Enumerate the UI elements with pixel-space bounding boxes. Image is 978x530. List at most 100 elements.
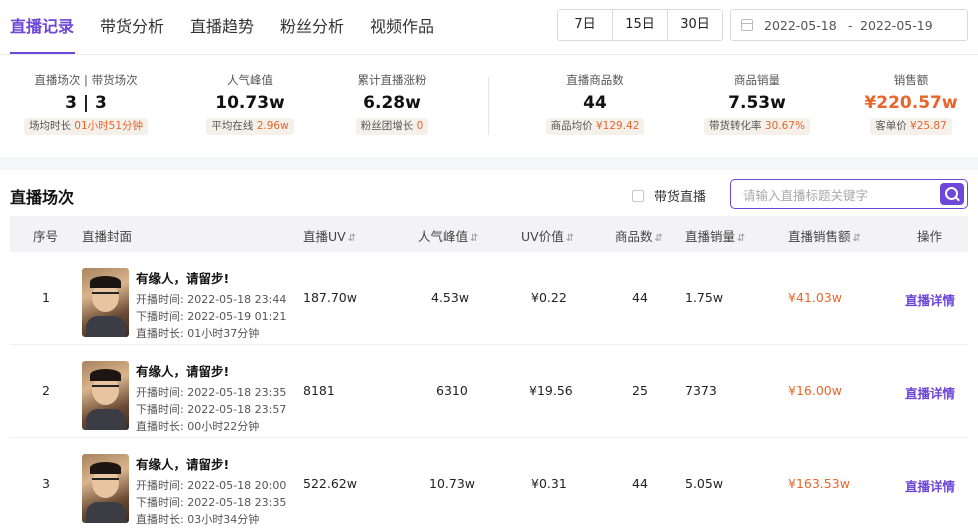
stat-sub-value: 0 bbox=[416, 120, 424, 132]
stat-sub: 带货转化率 30.67% bbox=[704, 118, 810, 135]
search-button[interactable] bbox=[940, 183, 964, 205]
sort-icon[interactable]: ⇵ bbox=[737, 233, 745, 244]
live-cover-image[interactable] bbox=[82, 268, 129, 337]
stat-peak-popularity: 人气峰值 10.73w 平均在线 2.96w bbox=[170, 72, 330, 135]
stat-sub-label: 带货转化率 bbox=[709, 120, 762, 132]
cell-revenue: ¥163.53w bbox=[788, 476, 850, 491]
col-revenue[interactable]: 直播销售额 ⇵ bbox=[788, 226, 861, 245]
range-15d-button[interactable]: 15日 bbox=[613, 10, 668, 40]
stat-sub: 粉丝团增长 0 bbox=[355, 118, 429, 135]
cover-hair bbox=[90, 369, 121, 381]
live-info: 有缘人，请留步! 开播时间: 2022-05-18 23:35 下播时间: 20… bbox=[136, 361, 286, 435]
col-cover: 直播封面 bbox=[82, 229, 133, 244]
tab-fan-analysis[interactable]: 粉丝分析 bbox=[280, 13, 344, 37]
col-uv-label: 直播UV bbox=[303, 229, 346, 244]
stat-label: 人气峰值 bbox=[227, 73, 273, 87]
stat-label: 直播商品数 bbox=[566, 73, 624, 87]
active-tab-underline bbox=[10, 52, 75, 54]
live-title[interactable]: 有缘人，请留步! bbox=[136, 454, 286, 473]
stat-value: 10.73w bbox=[215, 93, 285, 113]
live-cover-image[interactable] bbox=[82, 361, 129, 430]
cell-uv: 522.62w bbox=[303, 476, 357, 491]
stat-sub-value: ¥25.87 bbox=[910, 120, 947, 132]
col-uv[interactable]: 直播UV ⇵ bbox=[303, 226, 356, 245]
stat-sub-label: 客单价 bbox=[875, 120, 907, 132]
range-7d-button[interactable]: 7日 bbox=[558, 10, 613, 40]
stat-revenue: 销售额 ¥220.57w 客单价 ¥25.87 bbox=[831, 72, 978, 135]
live-duration: 直播时长: 01小时37分钟 bbox=[136, 327, 260, 340]
stat-sub-label: 场均时长 bbox=[28, 120, 71, 132]
col-revenue-label: 直播销售额 bbox=[788, 229, 851, 244]
row-index: 1 bbox=[42, 290, 50, 305]
cell-sales: 7373 bbox=[685, 383, 717, 398]
tab-video-works[interactable]: 视频作品 bbox=[370, 13, 434, 37]
panel-title: 直播场次 bbox=[10, 188, 75, 207]
cover-hair bbox=[90, 462, 121, 474]
row-index: 3 bbox=[42, 476, 50, 491]
stat-sub: 商品均价 ¥129.42 bbox=[545, 118, 645, 135]
search-box bbox=[730, 179, 968, 209]
col-goods-label: 商品数 bbox=[615, 229, 653, 244]
table-row: 3 有缘人，请留步! 开播时间: 2022-05-18 20:00 下播时间: … bbox=[10, 438, 968, 530]
live-detail-link[interactable]: 直播详情 bbox=[905, 476, 955, 495]
tab-live-records[interactable]: 直播记录 bbox=[10, 13, 74, 37]
cover-figure bbox=[86, 409, 126, 430]
stat-sub-value: 01小时51分钟 bbox=[74, 120, 144, 132]
live-detail-link[interactable]: 直播详情 bbox=[905, 290, 955, 309]
sort-icon[interactable]: ⇵ bbox=[655, 233, 663, 244]
live-detail-link[interactable]: 直播详情 bbox=[905, 383, 955, 402]
sort-icon[interactable]: ⇵ bbox=[566, 233, 574, 244]
col-uv-value[interactable]: UV价值 ⇵ bbox=[521, 226, 574, 245]
cover-figure bbox=[86, 502, 126, 523]
sort-icon[interactable]: ⇵ bbox=[470, 233, 478, 244]
cover-glasses bbox=[92, 292, 119, 298]
col-peak[interactable]: 人气峰值 ⇵ bbox=[418, 226, 478, 245]
sort-icon[interactable]: ⇵ bbox=[348, 233, 356, 244]
cell-peak: 6310 bbox=[436, 383, 468, 398]
stat-value: 7.53w bbox=[728, 93, 786, 113]
cell-peak: 4.53w bbox=[431, 290, 470, 305]
live-info: 有缘人，请留步! 开播时间: 2022-05-18 20:00 下播时间: 20… bbox=[136, 454, 286, 528]
live-end-time: 下播时间: 2022-05-18 23:57 bbox=[136, 403, 287, 416]
stat-fan-growth: 累计直播涨粉 6.28w 粉丝团增长 0 bbox=[312, 72, 472, 135]
live-info: 有缘人，请留步! 开播时间: 2022-05-18 23:44 下播时间: 20… bbox=[136, 268, 286, 342]
cell-goods: 44 bbox=[632, 476, 648, 491]
live-cover-image[interactable] bbox=[82, 454, 129, 523]
sales-live-checkbox[interactable] bbox=[632, 189, 644, 202]
tab-sales-analysis[interactable]: 带货分析 bbox=[100, 13, 164, 37]
range-30d-button[interactable]: 30日 bbox=[668, 10, 722, 40]
sort-icon[interactable]: ⇵ bbox=[853, 233, 861, 244]
stat-label: 直播场次 | 带货场次 bbox=[34, 73, 138, 87]
cell-uv-value: ¥0.31 bbox=[531, 476, 567, 491]
search-input[interactable] bbox=[743, 186, 933, 204]
col-goods[interactable]: 商品数 ⇵ bbox=[615, 226, 663, 245]
cell-peak: 10.73w bbox=[429, 476, 476, 491]
live-end-time: 下播时间: 2022-05-19 01:21 bbox=[136, 310, 287, 323]
live-start-time: 开播时间: 2022-05-18 23:44 bbox=[136, 293, 287, 306]
date-start[interactable]: 2022-05-18 bbox=[764, 18, 837, 33]
stat-goods-sales: 商品销量 7.53w 带货转化率 30.67% bbox=[677, 72, 837, 135]
live-duration: 直播时长: 03小时34分钟 bbox=[136, 513, 260, 526]
tab-live-trends[interactable]: 直播趋势 bbox=[190, 13, 254, 37]
cover-hair bbox=[90, 276, 121, 288]
stat-label: 商品销量 bbox=[734, 73, 780, 87]
cell-goods: 44 bbox=[632, 290, 648, 305]
stat-label: 销售额 bbox=[893, 73, 929, 87]
cell-uv: 8181 bbox=[303, 383, 335, 398]
stat-value: 6.28w bbox=[363, 93, 421, 113]
sales-live-filter[interactable]: 带货直播 bbox=[632, 186, 706, 205]
live-sessions-panel: 直播场次 带货直播 序号 直播封面 直播UV⇵ 人气峰值⇵ UV价值⇵ 商品数⇵… bbox=[0, 170, 978, 530]
col-sales[interactable]: 直播销量 ⇵ bbox=[685, 226, 745, 245]
calendar-icon bbox=[741, 19, 753, 31]
table-row: 2 有缘人，请留步! 开播时间: 2022-05-18 23:35 下播时间: … bbox=[10, 345, 968, 438]
date-end[interactable]: 2022-05-19 bbox=[860, 18, 933, 33]
live-start-time: 开播时间: 2022-05-18 23:35 bbox=[136, 386, 287, 399]
date-range-picker[interactable]: 2022-05-18 - 2022-05-19 bbox=[730, 9, 968, 41]
live-title[interactable]: 有缘人，请留步! bbox=[136, 268, 286, 287]
table-row: 1 有缘人，请留步! 开播时间: 2022-05-18 23:44 下播时间: … bbox=[10, 252, 968, 345]
live-start-time: 开播时间: 2022-05-18 20:00 bbox=[136, 479, 287, 492]
stat-sub-label: 平均在线 bbox=[211, 120, 254, 132]
live-title[interactable]: 有缘人，请留步! bbox=[136, 361, 286, 380]
sales-live-label: 带货直播 bbox=[654, 190, 707, 205]
stats-divider bbox=[488, 77, 489, 135]
